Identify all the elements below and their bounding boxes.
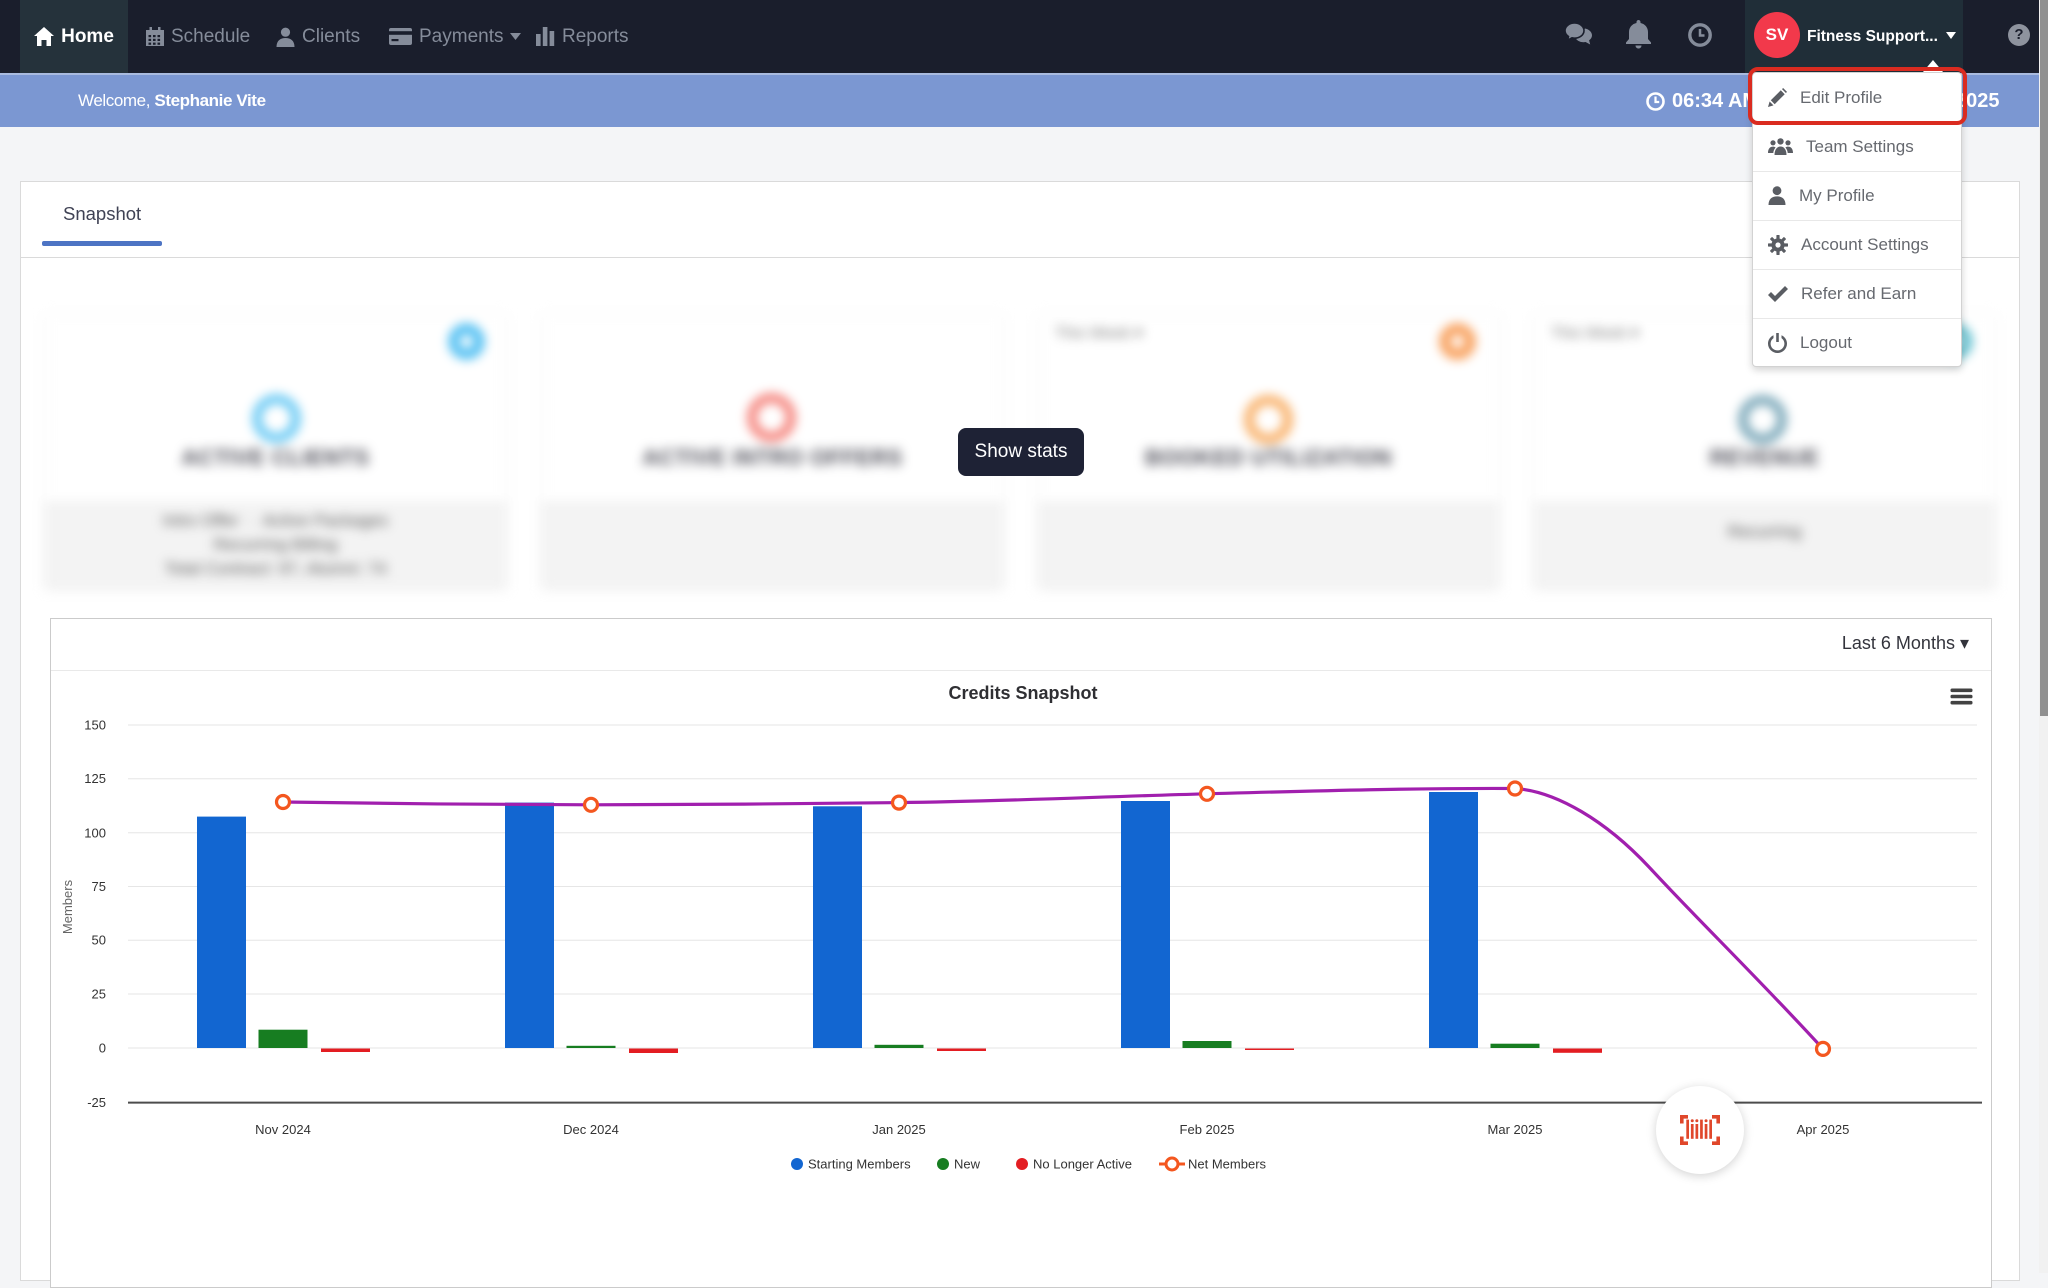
svg-text:75: 75 [92, 879, 106, 894]
svg-text:125: 125 [84, 771, 106, 786]
svg-text:Members: Members [60, 879, 75, 934]
svg-text:25: 25 [92, 987, 106, 1002]
svg-text:Mar 2025: Mar 2025 [1488, 1122, 1543, 1137]
svg-text:No Longer Active: No Longer Active [1033, 1157, 1132, 1172]
svg-text:Jan 2025: Jan 2025 [872, 1122, 926, 1137]
svg-text:0: 0 [99, 1041, 106, 1056]
svg-text:Net Members: Net Members [1188, 1157, 1267, 1172]
svg-text:Starting Members: Starting Members [808, 1157, 911, 1172]
svg-text:Nov 2024: Nov 2024 [255, 1122, 311, 1137]
svg-text:100: 100 [84, 825, 106, 840]
svg-text:Apr 2025: Apr 2025 [1797, 1122, 1850, 1137]
svg-text:Credits Snapshot: Credits Snapshot [948, 683, 1097, 703]
svg-text:150: 150 [84, 718, 106, 733]
svg-text:Feb 2025: Feb 2025 [1180, 1122, 1235, 1137]
svg-text:-25: -25 [87, 1095, 106, 1110]
svg-text:50: 50 [92, 933, 106, 948]
svg-text:Dec 2024: Dec 2024 [563, 1122, 619, 1137]
svg-text:New: New [954, 1157, 981, 1172]
